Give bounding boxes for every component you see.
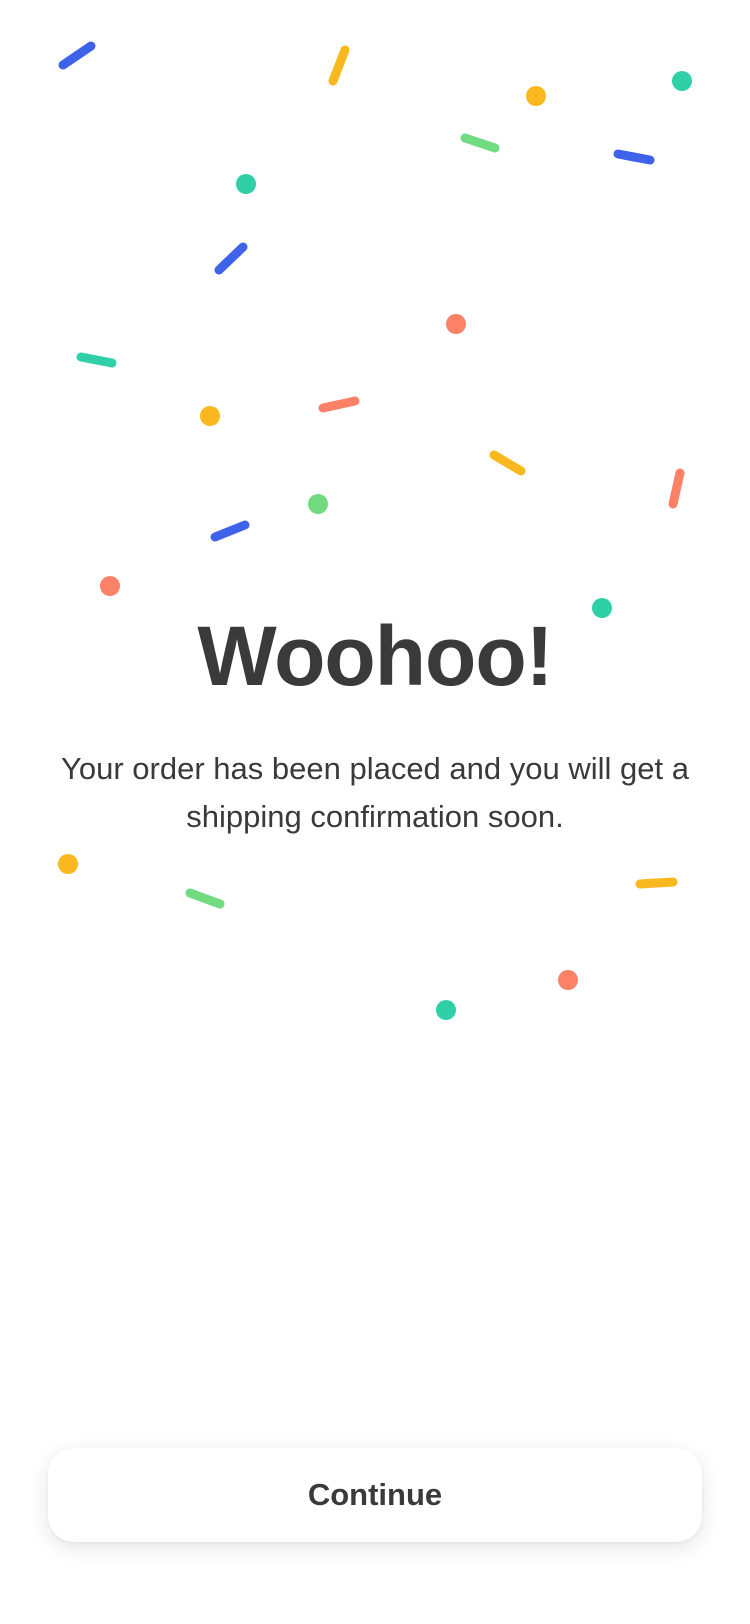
confetti-dot	[526, 86, 546, 106]
confetti-dot	[58, 854, 78, 874]
confetti-strip	[210, 520, 250, 542]
confirmation-title: Woohoo!	[197, 609, 553, 703]
confetti-strip	[318, 396, 360, 413]
confetti-strip	[76, 352, 117, 368]
confetti-dot	[558, 970, 578, 990]
confetti-strip	[613, 149, 655, 165]
confetti-strip	[668, 468, 685, 509]
confetti-dot	[100, 576, 120, 596]
continue-button[interactable]: Continue	[48, 1448, 702, 1542]
confetti-dot	[446, 314, 466, 334]
confetti-strip	[635, 877, 678, 889]
confetti-dot	[308, 494, 328, 514]
confetti-strip	[460, 133, 500, 153]
confetti-strip	[489, 450, 526, 476]
confetti-dot	[436, 1000, 456, 1020]
confetti-strip	[214, 242, 248, 275]
confetti-strip	[185, 888, 225, 909]
confetti-strip	[58, 41, 96, 70]
confetti-dot	[200, 406, 220, 426]
confetti-strip	[328, 45, 350, 86]
confetti-dot	[672, 71, 692, 91]
confirmation-message: Your order has been placed and you will …	[61, 751, 689, 834]
confetti-dot	[236, 174, 256, 194]
